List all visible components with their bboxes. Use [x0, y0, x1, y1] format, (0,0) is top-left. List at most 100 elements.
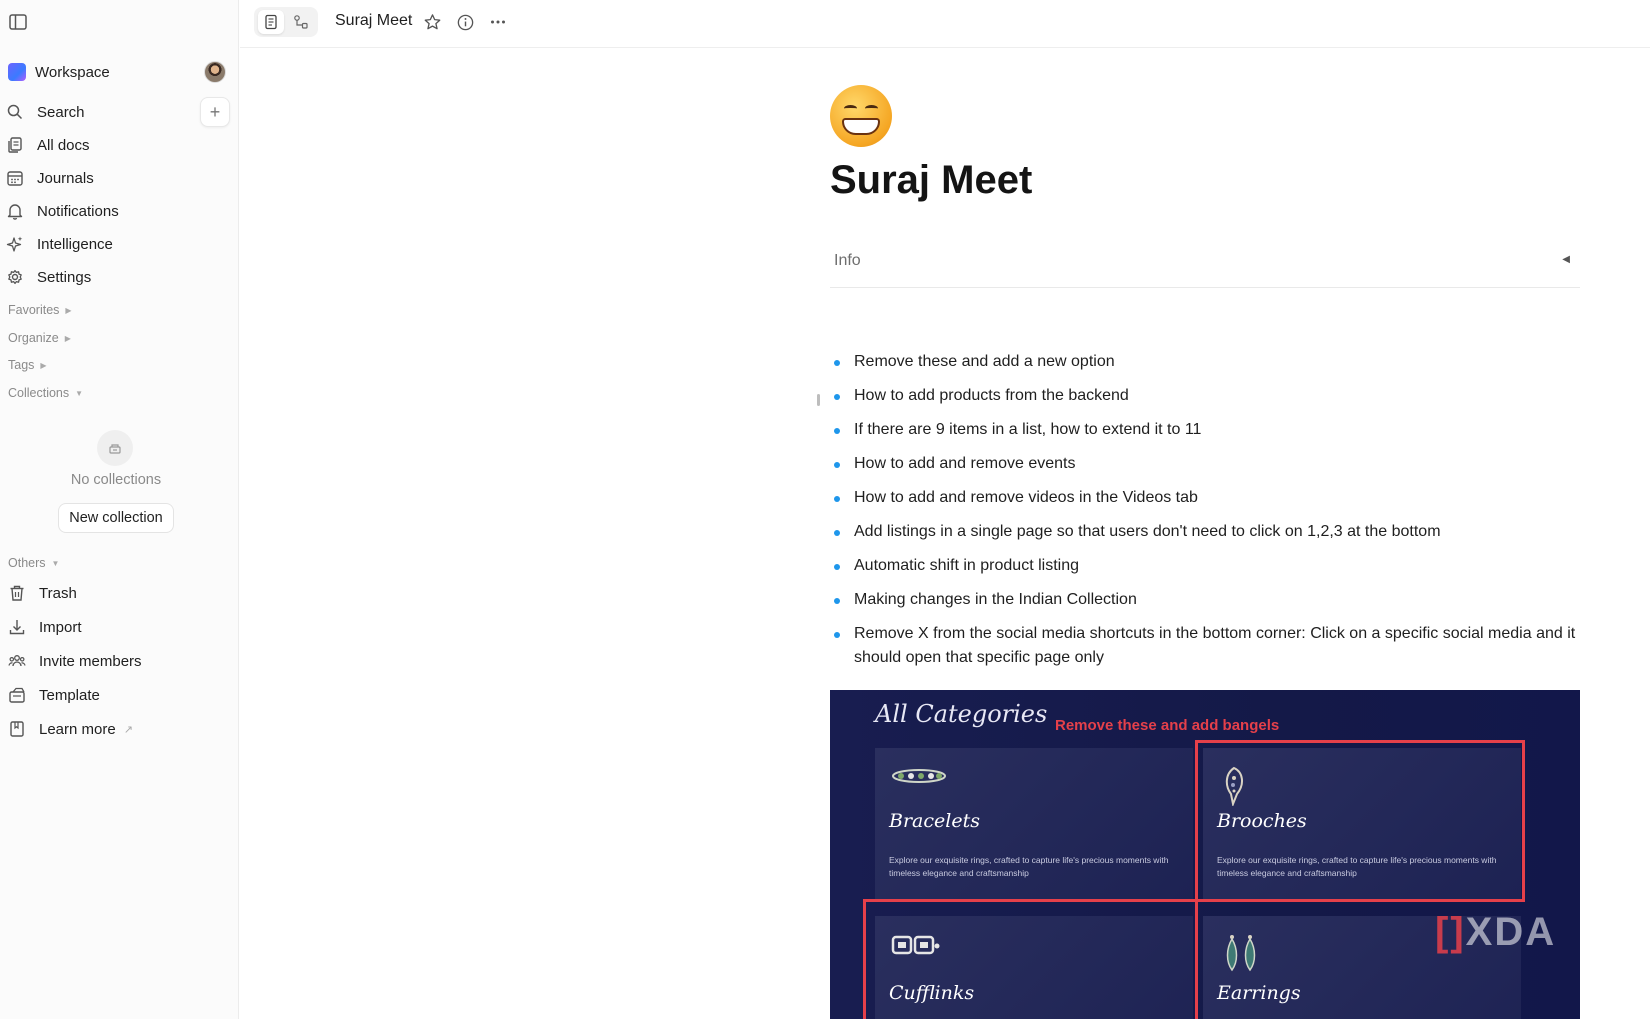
embedded-image[interactable]: All Categories Remove these and add bang…: [830, 690, 1580, 1019]
nav-invite-members[interactable]: Invite members: [8, 648, 232, 674]
people-icon: [8, 655, 26, 667]
trash-icon: [10, 585, 24, 601]
nav-trash[interactable]: Trash: [8, 580, 232, 606]
bell-icon: [7, 204, 23, 220]
nav-settings[interactable]: Settings: [6, 264, 230, 290]
avatar[interactable]: [204, 61, 226, 83]
xda-watermark: []XDA: [1435, 910, 1557, 954]
section-label: Others: [8, 556, 46, 570]
new-collection-button[interactable]: New collection: [58, 503, 174, 533]
page-mode-button[interactable]: [258, 10, 284, 34]
nav-label: Invite members: [39, 652, 142, 670]
info-section[interactable]: Info ◀: [830, 238, 1580, 288]
caret-right-icon: ▶: [65, 305, 72, 315]
nav-label: All docs: [37, 136, 90, 154]
nav-label: Template: [39, 686, 100, 704]
list-item[interactable]: Automatic shift in product listing: [830, 554, 1580, 578]
star-icon[interactable]: [422, 12, 442, 32]
section-label: Favorites: [8, 303, 60, 317]
list-item[interactable]: Remove these and add a new option: [830, 350, 1580, 374]
list-item[interactable]: How to add and remove events: [830, 452, 1580, 476]
nav-label: Trash: [39, 584, 77, 602]
nav-import[interactable]: Import: [8, 614, 232, 640]
nav-label: Notifications: [37, 202, 119, 220]
external-link-icon: ↗: [123, 723, 133, 736]
search-icon: [7, 104, 23, 120]
list-item[interactable]: How to add products from the backend: [830, 384, 1580, 408]
category-card-bracelets: Bracelets Explore our exquisite rings, c…: [875, 748, 1193, 900]
list-item[interactable]: Add listings in a single page so that us…: [830, 520, 1580, 544]
page-icon: [265, 14, 277, 30]
section-others[interactable]: Others ▼: [8, 556, 59, 570]
card-title: Bracelets: [889, 810, 980, 832]
caret-down-icon: ▼: [75, 388, 84, 398]
image-heading: All Categories: [875, 700, 1048, 728]
section-label: Tags: [8, 358, 35, 372]
emoji-eye: [865, 105, 878, 112]
calendar-icon: [7, 171, 23, 186]
sidebar-toggle-icon[interactable]: [8, 12, 28, 32]
nav-learn-more[interactable]: Learn more ↗: [8, 716, 232, 742]
highlight-box: [863, 899, 1198, 1019]
section-favorites[interactable]: Favorites ▶: [8, 303, 72, 317]
nav-notifications[interactable]: Notifications: [6, 198, 230, 224]
docs-icon: [8, 137, 22, 153]
doc-title-breadcrumb[interactable]: Suraj Meet: [335, 12, 412, 30]
nav-journals[interactable]: Journals: [6, 165, 230, 191]
nav-label: Learn more: [39, 720, 116, 738]
caret-right-icon: ▶: [64, 333, 71, 343]
section-label: Collections: [8, 386, 70, 400]
highlight-box-edge: [1195, 899, 1205, 1019]
add-doc-button[interactable]: +: [200, 97, 230, 127]
nav-label: Search: [37, 103, 85, 121]
bracelet-thumbnail-icon: [892, 769, 946, 783]
import-icon: [9, 620, 25, 635]
block-drag-handle[interactable]: [817, 394, 820, 406]
workspace-name: Workspace: [35, 63, 110, 81]
nav-search[interactable]: Search: [6, 99, 230, 125]
list-item[interactable]: Making changes in the Indian Collection: [830, 588, 1580, 612]
sparkle-icon: [6, 236, 23, 252]
list-item[interactable]: Remove X from the social media shortcuts…: [830, 622, 1580, 670]
info-label: Info: [834, 252, 861, 269]
workspace-logo: [8, 63, 26, 81]
card-title: Earrings: [1217, 982, 1301, 1004]
bullet-list: Remove these and add a new option How to…: [830, 350, 1580, 680]
emoji-mouth: [842, 118, 880, 135]
nav-label: Intelligence: [37, 235, 113, 253]
collapse-caret-icon[interactable]: ◀: [1562, 254, 1570, 265]
nav-intelligence[interactable]: Intelligence: [6, 231, 230, 257]
book-icon: [10, 721, 24, 737]
page-title[interactable]: Suraj Meet: [830, 158, 1032, 203]
edgeless-icon: [294, 15, 308, 29]
nav-label: Journals: [37, 169, 94, 187]
section-collections[interactable]: Collections ▼: [8, 386, 83, 400]
workspace-switcher[interactable]: Workspace: [8, 61, 230, 83]
nav-label: Import: [39, 618, 82, 636]
emoji-eye: [844, 105, 857, 112]
gear-icon: [8, 269, 22, 285]
section-organize[interactable]: Organize ▶: [8, 331, 71, 345]
card-description: Explore our exquisite rings, crafted to …: [889, 855, 1169, 878]
caret-down-icon: ▼: [51, 558, 60, 568]
more-options-icon[interactable]: [488, 12, 508, 32]
nav-all-docs[interactable]: All docs: [6, 132, 230, 158]
top-bar: Suraj Meet: [240, 0, 1650, 48]
image-annotation: Remove these and add bangels: [1055, 717, 1280, 734]
empty-collections-icon: [97, 430, 133, 466]
no-collections-text: No collections: [70, 472, 162, 488]
list-item[interactable]: How to add and remove videos in the Vide…: [830, 486, 1580, 510]
sidebar: Workspace Search + All docs Journals Not…: [0, 0, 239, 1019]
grinning-face-icon[interactable]: [830, 85, 892, 147]
template-icon: [9, 687, 25, 703]
edgeless-mode-button[interactable]: [288, 10, 314, 34]
section-tags[interactable]: Tags ▶: [8, 358, 47, 372]
nav-label: Settings: [37, 268, 92, 286]
highlight-box: [1195, 740, 1525, 902]
caret-right-icon: ▶: [40, 360, 47, 370]
info-icon[interactable]: [455, 12, 475, 32]
earrings-thumbnail-icon: [1226, 935, 1256, 972]
nav-template[interactable]: Template: [8, 682, 232, 708]
section-label: Organize: [8, 331, 59, 345]
list-item[interactable]: If there are 9 items in a list, how to e…: [830, 418, 1580, 442]
